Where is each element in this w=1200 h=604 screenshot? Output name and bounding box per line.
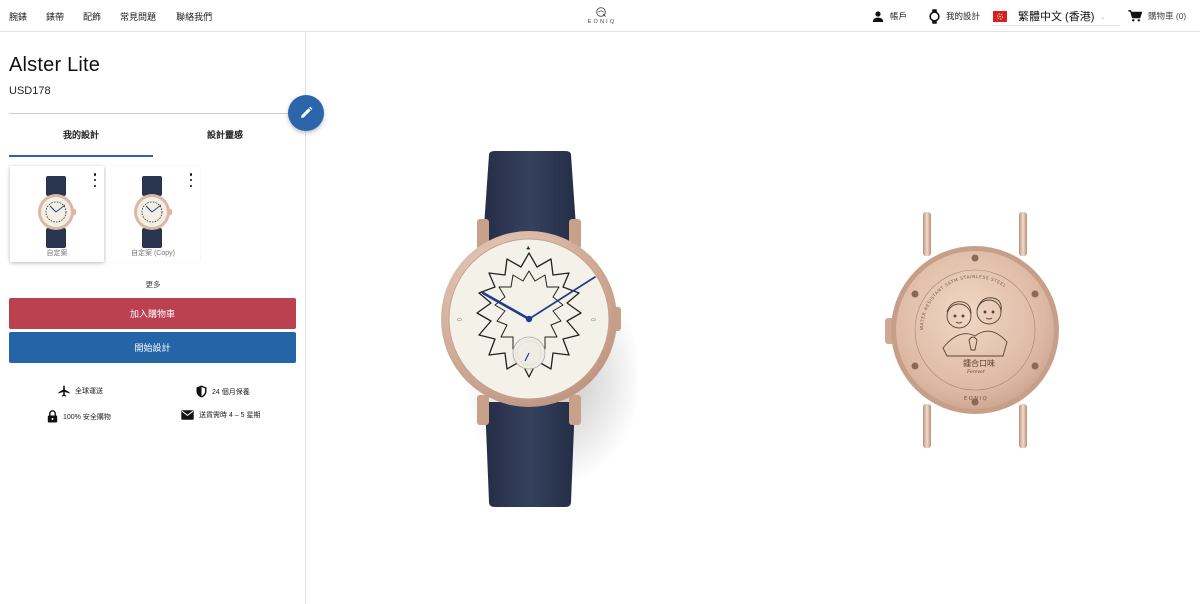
main-nav-links: 腕錶 錶帶 配飾 常見問題 聯絡我們 (9, 10, 212, 23)
logo-text: EONIQ (587, 19, 617, 25)
design-card[interactable]: 自定案 (10, 166, 104, 262)
title-divider (9, 113, 299, 114)
nav-link-accessories[interactable]: 配飾 (83, 10, 101, 23)
svg-text:♣: ♣ (526, 246, 530, 252)
tab-my-designs[interactable]: 我的設計 (9, 128, 153, 141)
more-vert-icon[interactable] (92, 173, 98, 187)
feature-worldwide-shipping: 全球運送 (58, 385, 103, 397)
watch-preview-stage: ♣ ▭ ▭ WATER RESISTANT 5ATM STAINLESS STE… (307, 32, 1200, 604)
design-card-label: 自定案 (Copy) (131, 250, 175, 257)
language-selector[interactable]: 繁體中文 (香港) (993, 0, 1094, 32)
more-designs-link[interactable]: 更多 (9, 279, 297, 290)
logo-mark-icon (596, 7, 606, 17)
feature-label: 送貨需時 4 – 5 星期 (199, 412, 261, 419)
top-nav: 腕錶 錶帶 配飾 常見問題 聯絡我們 EONIQ 帳戶 我的設計 繁體中文 (香… (0, 0, 1200, 32)
cart-label: 購物車 (0) (1148, 11, 1187, 21)
my-designs-label: 我的設計 (946, 11, 981, 21)
watch-thumbnail (134, 176, 172, 248)
watch-icon (929, 8, 940, 24)
shopping-cart-icon (1128, 10, 1142, 22)
shield-icon (196, 385, 207, 398)
language-label: 繁體中文 (香港) (1018, 11, 1095, 23)
nav-link-watches[interactable]: 腕錶 (9, 10, 27, 23)
language-select-underline (991, 25, 1121, 26)
start-design-button[interactable]: 開始設計 (9, 332, 296, 363)
svg-text:▭: ▭ (457, 317, 462, 323)
product-title: Alster Lite (9, 54, 101, 76)
caseback-engraving-en: Forever (966, 369, 986, 375)
nav-link-straps[interactable]: 錶帶 (46, 10, 64, 23)
chevron-down-icon[interactable]: ⌄ (1100, 13, 1106, 21)
tab-design-inspiration[interactable]: 設計靈感 (153, 128, 297, 141)
airplane-icon (58, 385, 70, 397)
pencil-icon (301, 106, 313, 118)
caseback-brand-text: EONIQ (964, 396, 988, 402)
nav-link-contact[interactable]: 聯絡我們 (176, 10, 212, 23)
more-vert-icon[interactable] (188, 173, 194, 187)
svg-text:▭: ▭ (591, 317, 596, 323)
mail-icon (181, 410, 194, 420)
feature-label: 24 個月保養 (212, 388, 250, 396)
brand-logo[interactable]: EONIQ (584, 6, 618, 25)
nav-link-faq[interactable]: 常見問題 (120, 10, 156, 23)
feature-delivery-time: 送貨需時 4 – 5 星期 (181, 410, 260, 420)
feature-label: 100% 安全購物 (63, 413, 111, 421)
active-tab-indicator (9, 155, 153, 157)
edit-design-button[interactable] (288, 95, 324, 131)
add-to-cart-button[interactable]: 加入購物車 (9, 298, 296, 329)
design-card[interactable]: 自定案 (Copy) (106, 166, 200, 262)
lock-icon (47, 410, 58, 423)
caseback-engraving-cn: 鍾合口味 (963, 358, 995, 368)
watch-front-preview: ♣ ▭ ▭ (441, 151, 637, 507)
watch-caseback-preview: WATER RESISTANT 5ATM STAINLESS STEEL 鍾合口… (885, 212, 1059, 448)
hong-kong-flag-icon (993, 10, 1007, 22)
product-price: USD178 (9, 85, 51, 97)
product-panel: Alster Lite USD178 我的設計 設計靈感 自定案 自定案 (Co… (0, 32, 324, 604)
design-card-label: 自定案 (46, 250, 68, 257)
my-designs-link[interactable]: 我的設計 (929, 0, 980, 32)
person-icon (872, 10, 884, 22)
feature-secure-shopping: 100% 安全購物 (47, 410, 111, 423)
cart-link[interactable]: 購物車 (0) (1128, 0, 1186, 32)
account-link[interactable]: 帳戶 (872, 0, 907, 32)
feature-warranty: 24 個月保養 (196, 385, 250, 398)
account-label: 帳戶 (890, 11, 908, 21)
feature-label: 全球運送 (75, 388, 103, 395)
watch-thumbnail (38, 176, 76, 248)
